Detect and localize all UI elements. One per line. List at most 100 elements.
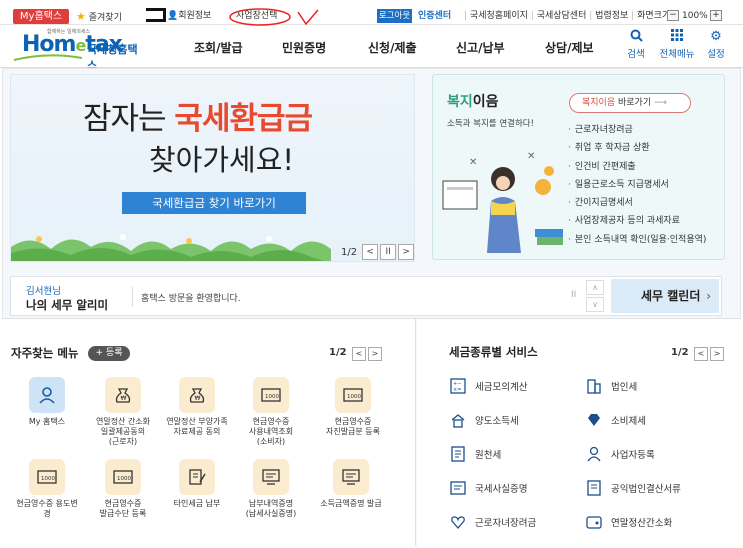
welfare-link[interactable]: 근로자녀장려금	[568, 121, 706, 139]
menu-income-certificate-issue[interactable]: 소득금액증명 발급	[308, 459, 394, 509]
receipt-icon: 1000	[335, 377, 371, 413]
nts-homepage-link[interactable]: 국세청홈페이지	[470, 11, 528, 21]
welfare-connect-panel: 복지이음 소득과 복지를 연결하다! 복지이음 바로가기 ⟶ ✕ ✕ 근로자녀장…	[432, 74, 725, 260]
tax-item-consumption[interactable]: 소비제세	[585, 411, 681, 429]
menu-yearend-dependent-consent[interactable]: ₩ 연말정산 부양가족 자료제공 동의	[162, 377, 232, 437]
menu-label: 현금영수증 발급수단 등록	[99, 499, 147, 518]
favorites-label: 즐겨찾기	[88, 13, 122, 23]
tax-item-withholding[interactable]: 원천세	[449, 445, 536, 463]
frequent-next-button[interactable]: >	[368, 347, 382, 361]
tax-notice-bar: 김서현님 나의 세무 알리미 홈택스 방문을 환영합니다. II ∧ ∨ 세무 …	[10, 276, 722, 316]
notice-down-button[interactable]: ∨	[586, 297, 604, 312]
zoom-level: 100%	[682, 11, 708, 21]
welfare-shortcut-button[interactable]: 복지이음 바로가기 ⟶	[569, 93, 691, 113]
menu-label: 소득금액증명 발급	[320, 499, 382, 508]
auth-center-link[interactable]: 인증센터	[418, 10, 451, 23]
welfare-link[interactable]: 일용근로소득 지급명세서	[568, 176, 706, 194]
notice-pause-button[interactable]: II	[571, 290, 576, 300]
nav-application-submit[interactable]: 신청/제출	[368, 39, 417, 56]
svg-text:✕: ✕	[469, 157, 477, 168]
receipt-icon: 1000	[253, 377, 289, 413]
svg-text:1000: 1000	[117, 476, 131, 482]
house-doc-icon	[449, 411, 467, 429]
banner-prev-button[interactable]: <	[362, 244, 379, 260]
svg-text:1000: 1000	[265, 394, 279, 400]
welfare-link[interactable]: 본인 소득내역 확인(일용·인적용역)	[568, 231, 707, 249]
law-info-link[interactable]: 법령정보	[595, 11, 628, 21]
welfare-link[interactable]: 사업장제공자 등의 과세자료	[568, 212, 706, 230]
menu-payment-history-certificate[interactable]: 납부내역증명 (납세사실증명)	[236, 459, 306, 519]
member-info-link[interactable]: 👤회원정보	[167, 10, 211, 23]
welfare-link[interactable]: 취업 후 학자금 상환	[568, 139, 706, 157]
tax-item-business-registration[interactable]: 사업자등록	[585, 445, 681, 463]
top-links: | 국세청홈페이지 | 국세상담센터 | 법령정보 | 화면크기	[464, 11, 671, 21]
document-pen-icon	[179, 459, 215, 495]
menu-cash-receipt-purpose-change[interactable]: 1000 현금영수증 용도변 경	[12, 459, 82, 519]
document-icon	[585, 479, 603, 497]
chevron-right-icon: ›	[706, 289, 711, 303]
logout-button[interactable]: 로그아웃	[377, 9, 412, 23]
tax-item-corporate[interactable]: 법인세	[585, 377, 681, 395]
search-button[interactable]: 검색	[616, 29, 656, 60]
money-bag-icon: ₩	[105, 377, 141, 413]
tax-item-simulation[interactable]: +− ×= 세금모의계산	[449, 377, 536, 395]
star-icon: ★	[76, 10, 86, 23]
tax-next-button[interactable]: >	[710, 347, 724, 361]
svg-text:1000: 1000	[41, 476, 55, 482]
tax-calendar-button[interactable]: 세무 캘린더 ›	[611, 279, 719, 313]
svg-text:₩: ₩	[121, 395, 127, 402]
menu-other-tax-payment[interactable]: 타인세금 납부	[162, 459, 232, 509]
search-icon	[616, 29, 656, 44]
tax-item-earned-income-credit[interactable]: 근로자녀장려금	[449, 513, 536, 531]
tax-type-service-panel: 세금종류별 서비스 1/2 < > +− ×= 세금모의계산 양도소득세 원천세 국…	[417, 318, 741, 546]
banner-pause-button[interactable]: II	[380, 244, 397, 260]
refund-banner[interactable]: 잠자는 국세환급금 찾아가세요! 국세환급금 찾기 바로가기 1/2 < II …	[10, 74, 415, 262]
zoom-out-button[interactable]: −	[667, 10, 679, 21]
menu-cash-receipt-self-issue[interactable]: 1000 현금영수증 자진발급분 등록	[318, 377, 388, 437]
refund-search-button[interactable]: 국세환급금 찾기 바로가기	[122, 192, 306, 214]
frequent-prev-button[interactable]: <	[352, 347, 366, 361]
all-menu-button[interactable]: 전체메뉴	[657, 29, 697, 60]
welfare-title: 복지이음	[447, 94, 499, 110]
tax-item-public-interest-corp[interactable]: 공익법인결산서류	[585, 479, 681, 497]
my-hometax-button[interactable]: My홈택스	[13, 9, 69, 24]
notice-message: 홈택스 방문을 환영합니다.	[141, 294, 241, 304]
nav-report-payment[interactable]: 신고/납부	[456, 39, 505, 56]
tax-item-fact-certificate[interactable]: 국세사실증명	[449, 479, 536, 497]
hometax-logo[interactable]: 함께하는 일체의세스 Hometax 국세청홈택스	[10, 26, 145, 72]
notice-up-button[interactable]: ∧	[586, 280, 604, 295]
tax-prev-button[interactable]: <	[694, 347, 708, 361]
tax-alert-title: 나의 세무 알리미	[26, 298, 109, 312]
person-icon: 👤	[167, 11, 179, 21]
tax-left-column: +− ×= 세금모의계산 양도소득세 원천세 국세사실증명 근로자녀장려금	[449, 377, 536, 531]
arrow-right-icon: ⟶	[653, 98, 667, 108]
menu-cash-receipt-means-register[interactable]: 1000 현금영수증 발급수단 등록	[88, 459, 158, 519]
nav-consult-report[interactable]: 상담/제보	[545, 39, 594, 56]
tax-item-capital-gains[interactable]: 양도소득세	[449, 411, 536, 429]
diamond-icon	[585, 411, 603, 429]
welfare-link[interactable]: 간이지급명세서	[568, 194, 706, 212]
zoom-in-button[interactable]: +	[710, 10, 722, 21]
favorites-link[interactable]: ★ 즐겨찾기	[76, 10, 122, 25]
menu-label: 타인세금 납부	[173, 499, 221, 508]
register-button[interactable]: + 등록	[88, 346, 130, 361]
tax-item-yearend-simplified[interactable]: 연말정산간소화	[585, 513, 681, 531]
settings-button[interactable]: ⚙ 설정	[696, 29, 736, 60]
menu-my-hometax[interactable]: My 홈택스	[12, 377, 82, 427]
logo-swoosh	[13, 54, 83, 61]
settings-label: 설정	[707, 49, 725, 60]
banner-next-button[interactable]: >	[398, 244, 414, 260]
wallet-icon	[585, 513, 603, 531]
consult-center-link[interactable]: 국세상담센터	[537, 11, 587, 21]
frequent-menu-panel: 자주찾는 메뉴 + 등록 1/2 < > My 홈택스 ₩ 연말정산 간소화 일…	[2, 318, 416, 546]
grid-menu-icon	[657, 29, 697, 44]
menu-label: 현금영수증 사용내역조회 (소비자)	[248, 417, 294, 446]
welfare-link[interactable]: 인건비 간편제출	[568, 158, 706, 176]
menu-cash-receipt-usage[interactable]: 1000 현금영수증 사용내역조회 (소비자)	[236, 377, 306, 447]
menu-yearend-consent-worker[interactable]: ₩ 연말정산 간소화 일괄제공동의 (근로자)	[88, 377, 158, 447]
person-icon	[585, 445, 603, 463]
plus-icon: +	[95, 348, 104, 358]
nav-civil-certificate[interactable]: 민원증명	[282, 39, 326, 56]
nav-inquiry-issue[interactable]: 조회/발급	[194, 39, 243, 56]
all-menu-label: 전체메뉴	[659, 49, 695, 60]
